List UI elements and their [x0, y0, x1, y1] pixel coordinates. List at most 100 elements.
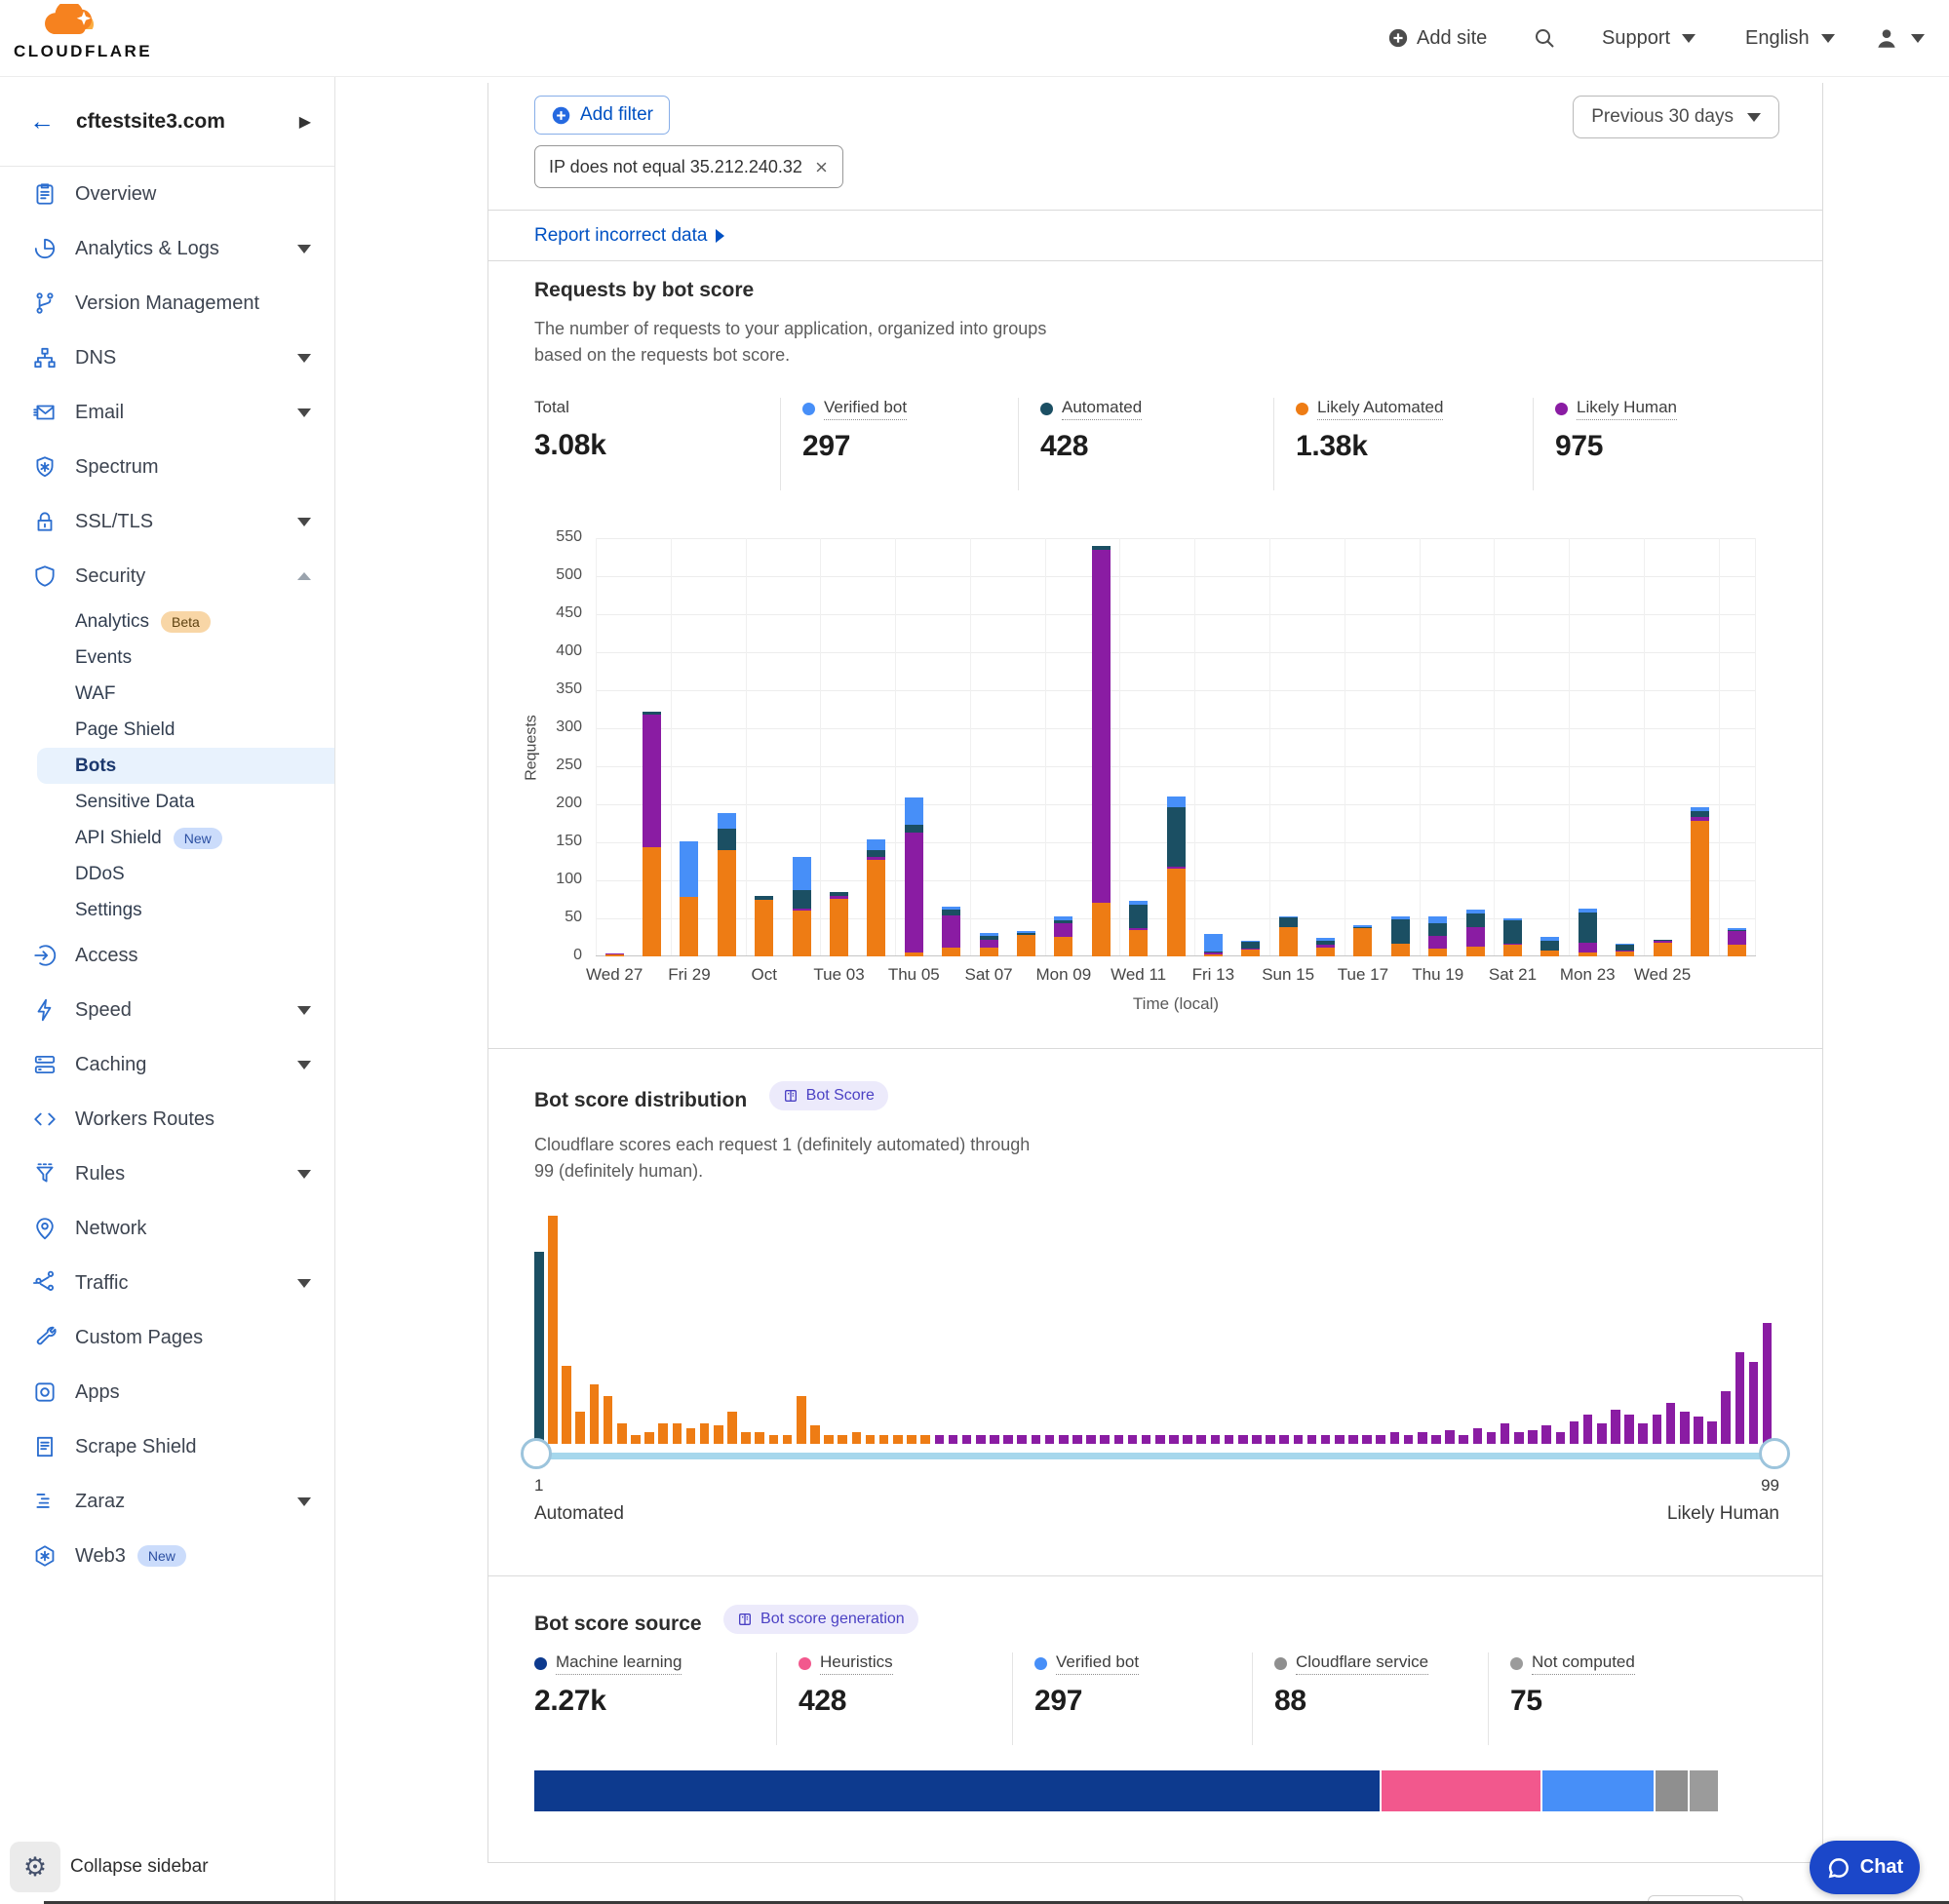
site-expand-caret-icon[interactable]: ▶ [299, 112, 311, 132]
histogram-bar-score-49 [1196, 1435, 1206, 1444]
histogram-bar-score-24 [852, 1432, 862, 1444]
stat-label[interactable]: Automated [1062, 398, 1142, 420]
sidebar-item-email[interactable]: Email [0, 385, 334, 440]
network-icon [32, 1216, 58, 1241]
sidebar-item-caching[interactable]: Caching [0, 1037, 334, 1092]
chevron-down-icon[interactable] [297, 354, 311, 363]
add-filter-button[interactable]: Add filter [534, 96, 670, 135]
chevron-down-icon[interactable] [297, 1279, 311, 1288]
histogram-bar-score-81 [1638, 1423, 1648, 1444]
chevron-down-icon[interactable] [297, 1497, 311, 1506]
language-menu[interactable]: English [1745, 0, 1835, 76]
search-button[interactable] [1533, 0, 1556, 76]
sidebar-item-ddos[interactable]: DDoS [0, 856, 334, 892]
sidebar-item-overview[interactable]: Overview [0, 167, 334, 221]
sidebar-item-rules[interactable]: Rules [0, 1146, 334, 1201]
stat-label[interactable]: Not computed [1532, 1652, 1635, 1675]
score-slider-track[interactable] [534, 1453, 1776, 1459]
sidebar-item-api-shield[interactable]: API ShieldNew [0, 820, 334, 856]
sidebar-item-custom-pages[interactable]: Custom Pages [0, 1310, 334, 1365]
bar-segment-likely-human [643, 715, 661, 848]
card-title-row: Bot score source Bot score generation [534, 1608, 918, 1637]
histogram-bar-score-40 [1072, 1435, 1082, 1444]
histogram-bar-score-11 [673, 1423, 682, 1444]
sidebar-item-analytics-logs[interactable]: Analytics & Logs [0, 221, 334, 276]
slider-handle-left[interactable] [521, 1438, 552, 1469]
stat-label[interactable]: Heuristics [820, 1652, 893, 1675]
sidebar-item-access[interactable]: Access [0, 928, 334, 983]
sidebar-item-waf[interactable]: WAF [0, 676, 334, 712]
chevron-up-icon[interactable] [297, 572, 311, 580]
stat-value: 975 [1555, 430, 1825, 463]
sidebar-item-security[interactable]: Security [0, 549, 334, 603]
stat-label[interactable]: Likely Automated [1317, 398, 1443, 420]
collapse-sidebar-label[interactable]: Collapse sidebar [70, 1856, 209, 1878]
sidebar-item-web3[interactable]: Web3New [0, 1529, 334, 1583]
cloudflare-logo[interactable]: CLOUDFLARE [14, 4, 129, 61]
stat-label[interactable]: Likely Human [1577, 398, 1677, 420]
sidebar-item-version-management[interactable]: Version Management [0, 276, 334, 330]
histogram-bar-score-71 [1501, 1423, 1510, 1444]
stat-label[interactable]: Machine learning [556, 1652, 682, 1675]
sidebar-item-label: Spectrum [75, 456, 159, 479]
filter-chip[interactable]: IP does not equal 35.212.240.32 [534, 145, 843, 188]
gridline [746, 538, 747, 956]
back-arrow-icon[interactable]: ← [29, 106, 55, 136]
date-range-dropdown[interactable]: Previous 30 days [1573, 96, 1779, 138]
sidebar-item-settings[interactable]: Settings [0, 892, 334, 928]
sidebar-item-dns[interactable]: DNS [0, 330, 334, 385]
histogram-bar-score-42 [1100, 1435, 1110, 1444]
histogram-bar-score-20 [797, 1396, 806, 1444]
site-name: cftestsite3.com [76, 110, 225, 134]
sidebar-item-sensitive-data[interactable]: Sensitive Data [0, 784, 334, 820]
sidebar-item-workers-routes[interactable]: Workers Routes [0, 1092, 334, 1146]
chevron-down-icon[interactable] [297, 1170, 311, 1179]
x-tick-label: Mon 23 [1560, 965, 1616, 985]
sidebar-item-page-shield[interactable]: Page Shield [0, 712, 334, 748]
analytics-icon [32, 236, 58, 261]
web3-icon [32, 1543, 58, 1569]
sidebar-item-label: Page Shield [75, 719, 175, 741]
sidebar-item-apps[interactable]: Apps [0, 1365, 334, 1419]
bar-segment-likely-human [942, 915, 960, 948]
sidebar-nav: OverviewAnalytics & LogsVersion Manageme… [0, 167, 334, 1583]
ssl-tls-icon [32, 509, 58, 534]
sidebar-item-traffic[interactable]: Traffic [0, 1256, 334, 1310]
requests-bar-14 [1129, 901, 1148, 956]
gridline [596, 766, 1756, 767]
stat-label[interactable]: Cloudflare service [1296, 1652, 1428, 1675]
sidebar-item-analytics[interactable]: AnalyticsBeta [0, 603, 334, 640]
report-incorrect-data-link[interactable]: Report incorrect data [534, 225, 724, 247]
histogram-bar-score-54 [1266, 1435, 1275, 1444]
bot-score-generation-badge[interactable]: Bot score generation [723, 1605, 918, 1634]
preferences-gear-icon[interactable]: ⚙ [10, 1842, 60, 1892]
sidebar-item-scrape-shield[interactable]: Scrape Shield [0, 1419, 334, 1474]
bot-score-badge[interactable]: Bot Score [769, 1081, 888, 1110]
plus-circle-icon [1387, 27, 1409, 49]
sidebar-item-network[interactable]: Network [0, 1201, 334, 1256]
user-menu[interactable] [1874, 0, 1925, 76]
chevron-down-icon[interactable] [297, 518, 311, 526]
stat-label[interactable]: Verified bot [1056, 1652, 1139, 1675]
sidebar-item-speed[interactable]: Speed [0, 983, 334, 1037]
add-site-button[interactable]: Add site [1387, 0, 1487, 76]
sidebar-item-spectrum[interactable]: Spectrum [0, 440, 334, 494]
support-menu[interactable]: Support [1602, 0, 1696, 76]
sidebar-item-zaraz[interactable]: Zaraz [0, 1474, 334, 1529]
chevron-down-icon[interactable] [297, 1061, 311, 1069]
remove-filter-icon[interactable] [814, 160, 829, 175]
sidebar-item-bots[interactable]: Bots [37, 748, 334, 784]
stat-label[interactable]: Verified bot [824, 398, 907, 420]
chat-button[interactable]: Chat [1810, 1841, 1920, 1894]
sidebar-item-label: Traffic [75, 1272, 128, 1295]
chevron-down-icon[interactable] [297, 245, 311, 253]
source-segment-cloudflare-service [1656, 1770, 1691, 1811]
chevron-down-icon[interactable] [297, 1006, 311, 1015]
chevron-down-icon[interactable] [297, 408, 311, 417]
slider-handle-right[interactable] [1759, 1438, 1790, 1469]
sidebar-item-ssl-tls[interactable]: SSL/TLS [0, 494, 334, 549]
histogram-bar-score-35 [1003, 1435, 1013, 1444]
bar-segment-likely-human [1466, 927, 1485, 947]
brand-text: CLOUDFLARE [14, 42, 129, 61]
sidebar-item-events[interactable]: Events [0, 640, 334, 676]
